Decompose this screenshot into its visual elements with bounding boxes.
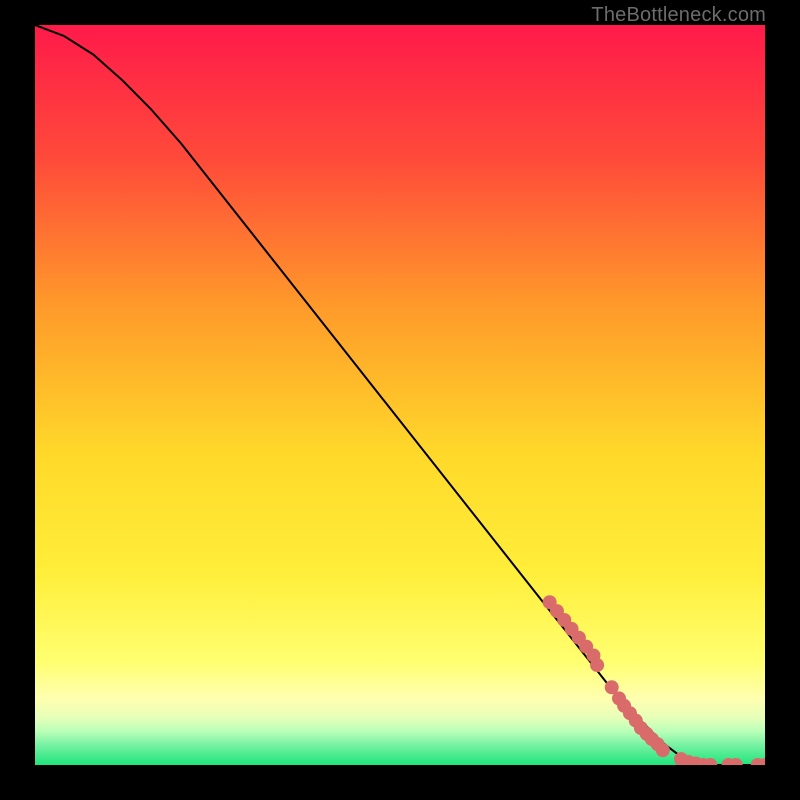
- bottleneck-curve: [35, 25, 765, 765]
- data-marker: [656, 743, 670, 757]
- watermark-text: TheBottleneck.com: [591, 4, 766, 27]
- chart-frame: TheBottleneck.com: [0, 0, 800, 800]
- data-marker: [590, 658, 604, 672]
- plot-area: [35, 25, 765, 765]
- curve-layer: [35, 25, 765, 765]
